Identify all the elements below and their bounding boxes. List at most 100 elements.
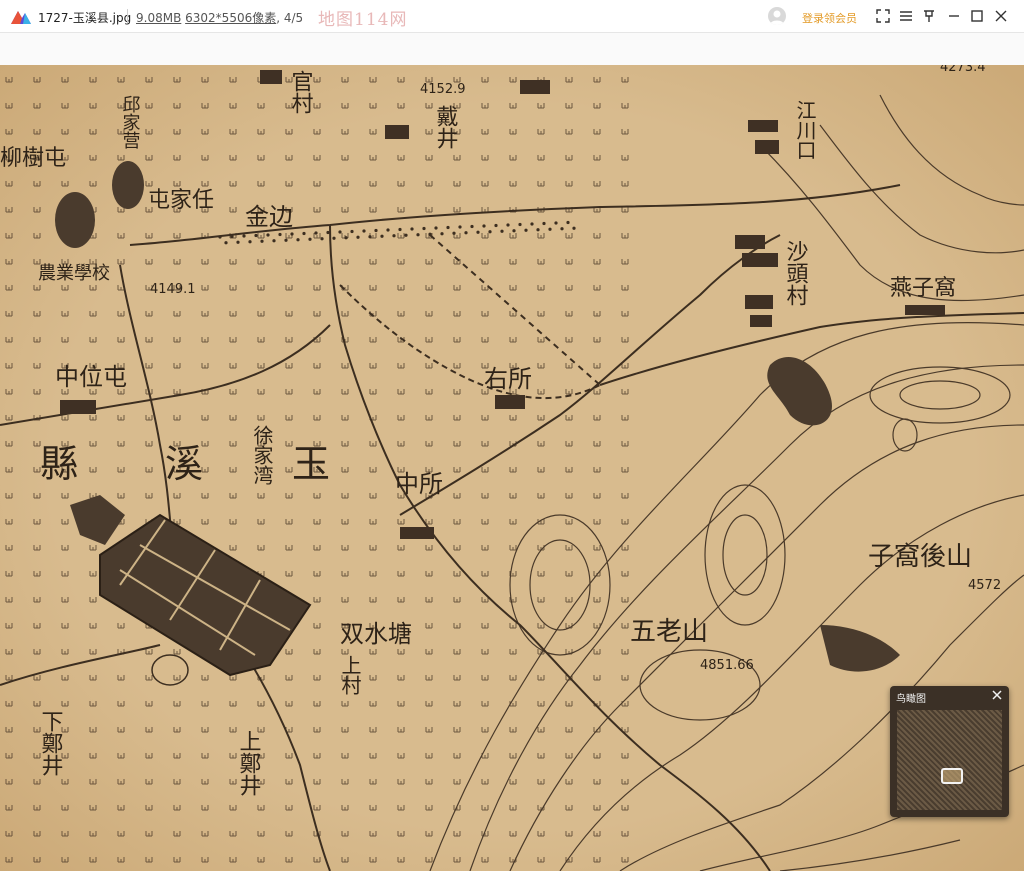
field-dot	[512, 229, 516, 233]
field-dot	[494, 223, 498, 228]
label-yanziwo: 燕子窩	[890, 276, 956, 301]
field-dot	[230, 234, 234, 239]
pin-icon[interactable]	[921, 8, 937, 24]
field-dot	[392, 234, 396, 238]
label-guancun: 官村	[288, 70, 314, 114]
toolbar-area	[0, 33, 1024, 65]
elevation-5: 4273.4	[940, 65, 986, 75]
field-dot	[386, 228, 390, 232]
label-xian: 縣	[40, 442, 78, 486]
file-info: 9.08MB 6302*5506像素, 4/5	[136, 11, 304, 25]
overview-minimap[interactable]: 鸟瞰图	[890, 686, 1009, 817]
label-xi: 溪	[165, 442, 203, 486]
label-shatoucun: 沙頭村	[783, 240, 809, 306]
field-dot	[248, 240, 252, 244]
field-dot	[308, 237, 312, 241]
field-dot	[566, 220, 570, 225]
field-dot	[242, 234, 246, 238]
field-dot	[446, 225, 450, 230]
file-name: 1727-玉溪县.jpg	[38, 11, 132, 25]
field-dot	[254, 233, 258, 238]
field-dot	[296, 238, 300, 242]
field-dot	[518, 222, 522, 227]
elevation-2: 4149.1	[150, 282, 196, 297]
field-dot	[560, 227, 564, 231]
label-jinbian: 金边	[245, 203, 293, 231]
field-dot	[530, 222, 534, 226]
field-dot	[344, 236, 348, 240]
label-nongye-school: 農業學校	[38, 263, 110, 284]
field-dot	[542, 221, 546, 226]
field-dot	[572, 226, 576, 230]
title-bar: 1727-玉溪县.jpg 9.08MB 6302*5506像素, 4/5 地图1…	[0, 0, 1024, 33]
field-dot	[368, 235, 372, 239]
field-dot	[524, 228, 528, 232]
field-dot	[266, 233, 270, 237]
file-size[interactable]: 9.08MB	[136, 11, 181, 25]
field-dot	[374, 228, 378, 233]
maximize-icon[interactable]	[969, 8, 985, 24]
field-dot	[422, 226, 426, 231]
label-shangzhengjing: 上鄭井	[236, 730, 262, 796]
fullscreen-icon[interactable]	[875, 8, 891, 24]
label-yu: 玉	[292, 442, 330, 486]
divider	[127, 9, 128, 23]
user-avatar-icon[interactable]	[768, 7, 786, 25]
field-dot	[410, 227, 414, 231]
label-wulaoshan: 五老山	[630, 617, 708, 647]
mountain-logo-icon	[11, 11, 31, 24]
label-zhongsuo: 中所	[395, 470, 443, 498]
image-dimensions[interactable]: 6302*5506像素	[185, 11, 276, 25]
close-icon[interactable]	[991, 689, 1003, 701]
minimap-thumbnail[interactable]	[897, 710, 1002, 810]
field-dot	[536, 228, 540, 232]
elevation-4: 4572	[968, 578, 1001, 593]
field-dot	[476, 230, 480, 234]
label-liushutun: 柳樹屯	[0, 146, 66, 171]
field-dot	[404, 233, 408, 237]
field-dot	[470, 224, 474, 229]
label-ziwohoushan: 子窩後山	[868, 542, 972, 572]
field-dot	[302, 231, 306, 236]
field-dot	[380, 234, 384, 238]
label-tunjiaren: 屯家任	[148, 188, 214, 213]
field-dot	[440, 232, 444, 236]
field-dot	[506, 223, 510, 227]
field-dot	[482, 224, 486, 228]
field-dot	[350, 229, 354, 234]
close-icon[interactable]	[993, 8, 1009, 24]
field-dot	[284, 238, 288, 242]
field-dot	[290, 232, 294, 236]
field-dot	[236, 240, 240, 244]
field-dot	[218, 235, 222, 239]
minimap-view-frame[interactable]	[941, 768, 963, 784]
field-dot	[314, 231, 318, 235]
minimize-icon[interactable]	[946, 8, 962, 24]
field-dot	[326, 230, 330, 235]
elevation-3: 4851.66	[700, 658, 754, 673]
field-dot	[272, 239, 276, 243]
field-dot	[554, 221, 558, 225]
field-dot	[278, 232, 282, 237]
field-dot	[356, 235, 360, 239]
label-daijing: 戴井	[433, 105, 459, 149]
field-dot	[362, 229, 366, 233]
field-dot	[458, 225, 462, 229]
label-jiangchuankou: 江川口	[793, 100, 817, 160]
member-login-link[interactable]: 登录领会员	[802, 10, 857, 26]
field-dot	[416, 233, 420, 237]
field-dot	[488, 230, 492, 234]
field-dot	[452, 231, 456, 235]
label-zhongweitun: 中位屯	[55, 363, 127, 391]
field-dot	[332, 236, 336, 240]
minimap-title: 鸟瞰图	[896, 694, 926, 705]
image-viewport[interactable]: 中位屯 屯家任 柳樹屯 邱家营 官村 戴井 金边 農業學校 縣 溪 玉 徐家湾 …	[0, 65, 1024, 871]
field-dot	[320, 237, 324, 241]
site-watermark: 地图114网	[318, 10, 408, 30]
field-dot	[338, 230, 342, 234]
label-xiazhengjing: 下鄭井	[38, 710, 64, 776]
map-image: 中位屯 屯家任 柳樹屯 邱家营 官村 戴井 金边 農業學校 縣 溪 玉 徐家湾 …	[0, 65, 1024, 871]
menu-icon[interactable]	[898, 8, 914, 24]
field-dot	[224, 241, 228, 245]
label-shangcun: 上村	[338, 655, 362, 695]
